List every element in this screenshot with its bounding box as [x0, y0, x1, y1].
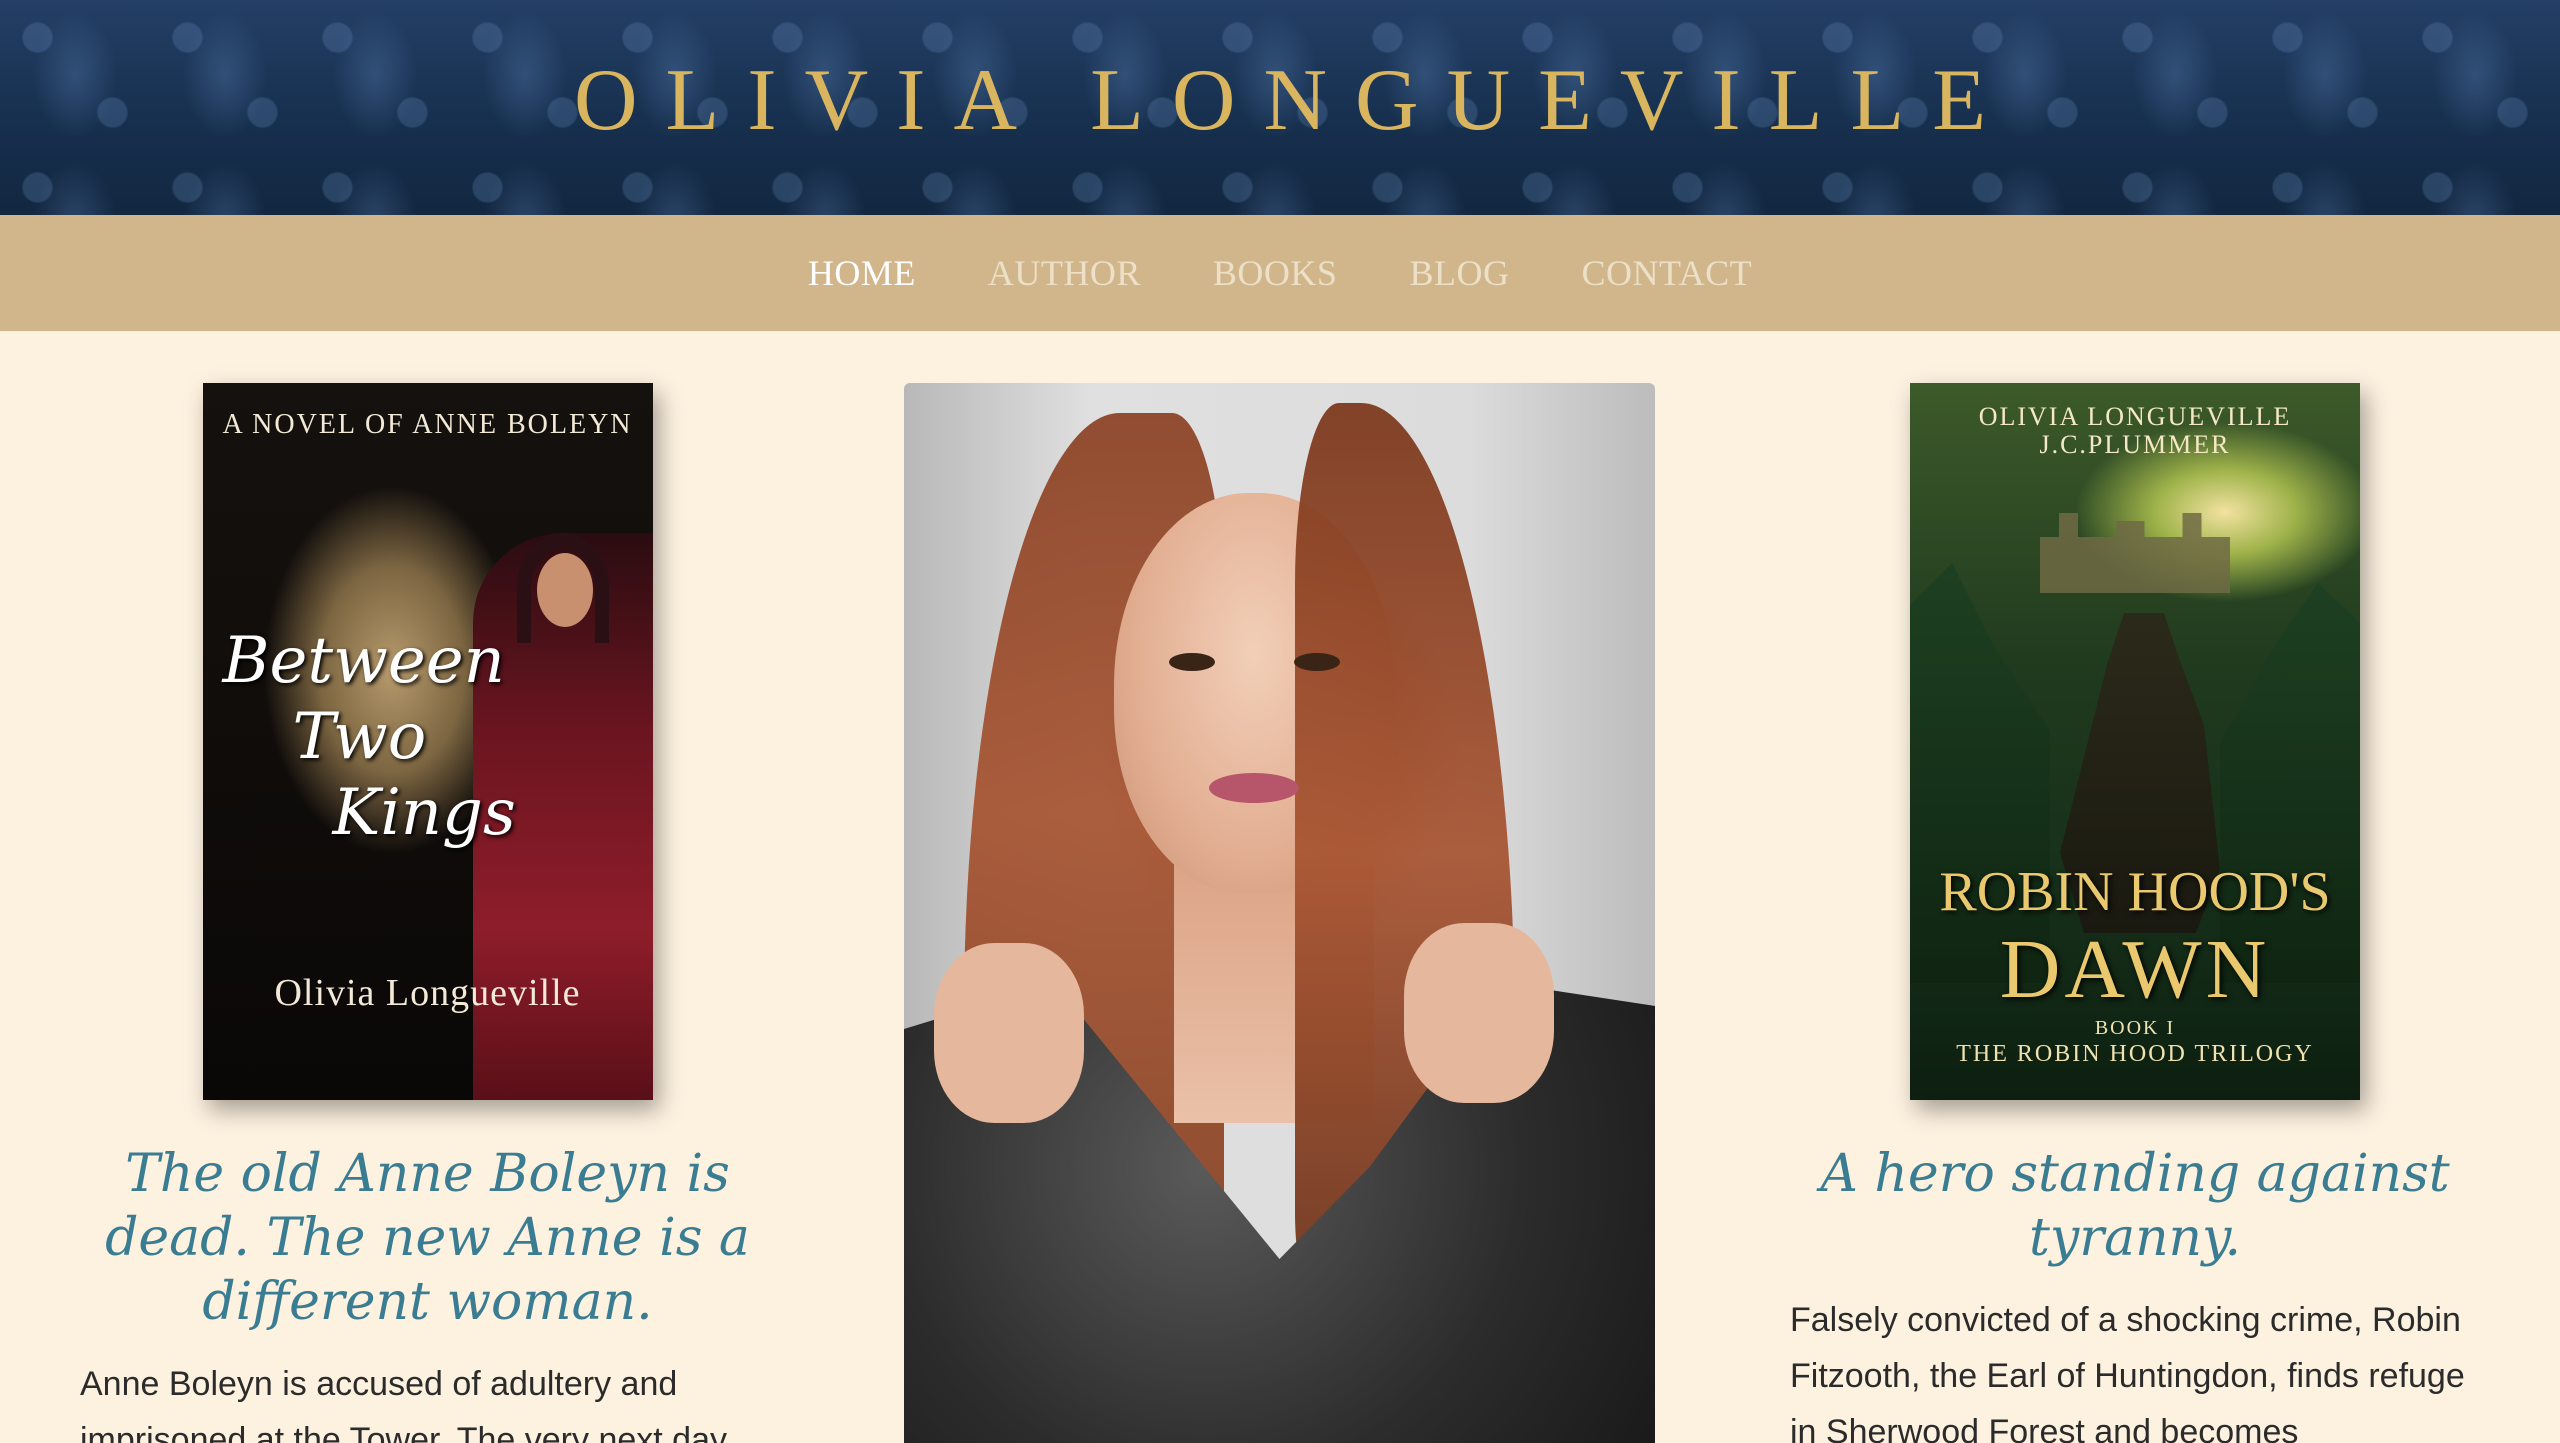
cover-title-line: Between — [222, 624, 505, 698]
site-title[interactable]: OLIVIA LONGUEVILLE — [546, 50, 2014, 151]
nav-item-blog[interactable]: BLOG — [1409, 252, 1509, 294]
photo-eye-left — [1169, 653, 1215, 671]
right-book-tagline: A hero standing against tyranny. — [1820, 1144, 2450, 1268]
photo-lips — [1209, 773, 1299, 803]
between-two-kings-cover[interactable]: A NOVEL OF ANNE BOLEYN Between Two Kings… — [202, 383, 653, 1100]
cover-figure-face — [536, 553, 593, 627]
nav-item-home[interactable]: HOME — [808, 252, 916, 294]
cover-series-name: THE ROBIN HOOD TRILOGY — [1956, 1041, 2314, 1067]
cover-title: Between Two Kings — [223, 623, 523, 851]
photo-hand-left — [934, 943, 1084, 1123]
cover-authors: OLIVIA LONGUEVILLE J.C.PLUMMER — [1910, 403, 2360, 459]
cover-title-line: DAWN — [1999, 923, 2271, 1016]
photo-eye-right — [1294, 653, 1340, 671]
cover-title: ROBIN HOOD'S DAWN — [1910, 853, 2360, 1016]
cover-title-line: Two — [292, 700, 427, 774]
right-book-blurb: Falsely convicted of a shocking crime, R… — [1790, 1301, 2465, 1443]
photo-hand-right — [1404, 923, 1554, 1103]
main-nav: HOME AUTHOR BOOKS BLOG CONTACT — [0, 215, 2560, 331]
right-book-column: OLIVIA LONGUEVILLE J.C.PLUMMER ROBIN HOO… — [1790, 383, 2480, 1443]
cover-castle — [2040, 513, 2230, 593]
robin-hoods-dawn-cover[interactable]: OLIVIA LONGUEVILLE J.C.PLUMMER ROBIN HOO… — [1910, 383, 2360, 1100]
nav-item-author[interactable]: AUTHOR — [988, 252, 1141, 294]
nav-item-books[interactable]: BOOKS — [1213, 252, 1338, 294]
cover-series: BOOK I THE ROBIN HOOD TRILOGY — [1910, 1015, 2360, 1067]
left-book-column: A NOVEL OF ANNE BOLEYN Between Two Kings… — [80, 383, 775, 1443]
author-photo — [904, 383, 1655, 1443]
cover-title-line: Kings — [332, 776, 516, 850]
left-book-blurb: Anne Boleyn is accused of adultery and i… — [80, 1365, 727, 1443]
cover-author: J.C.PLUMMER — [2039, 430, 2231, 459]
cover-book-number: BOOK I — [2094, 1017, 2176, 1039]
nav-item-contact[interactable]: CONTACT — [1581, 252, 1752, 294]
site-header: OLIVIA LONGUEVILLE — [0, 0, 2560, 215]
cover-author: OLIVIA LONGUEVILLE — [1978, 402, 2292, 431]
cover-title-line: ROBIN HOOD'S — [1939, 861, 2331, 923]
cover-author: Olivia Longueville — [274, 972, 581, 1014]
cover-subtitle: A NOVEL OF ANNE BOLEYN — [222, 409, 633, 440]
left-book-tagline: The old Anne Boleyn is dead. The new Ann… — [105, 1144, 750, 1332]
